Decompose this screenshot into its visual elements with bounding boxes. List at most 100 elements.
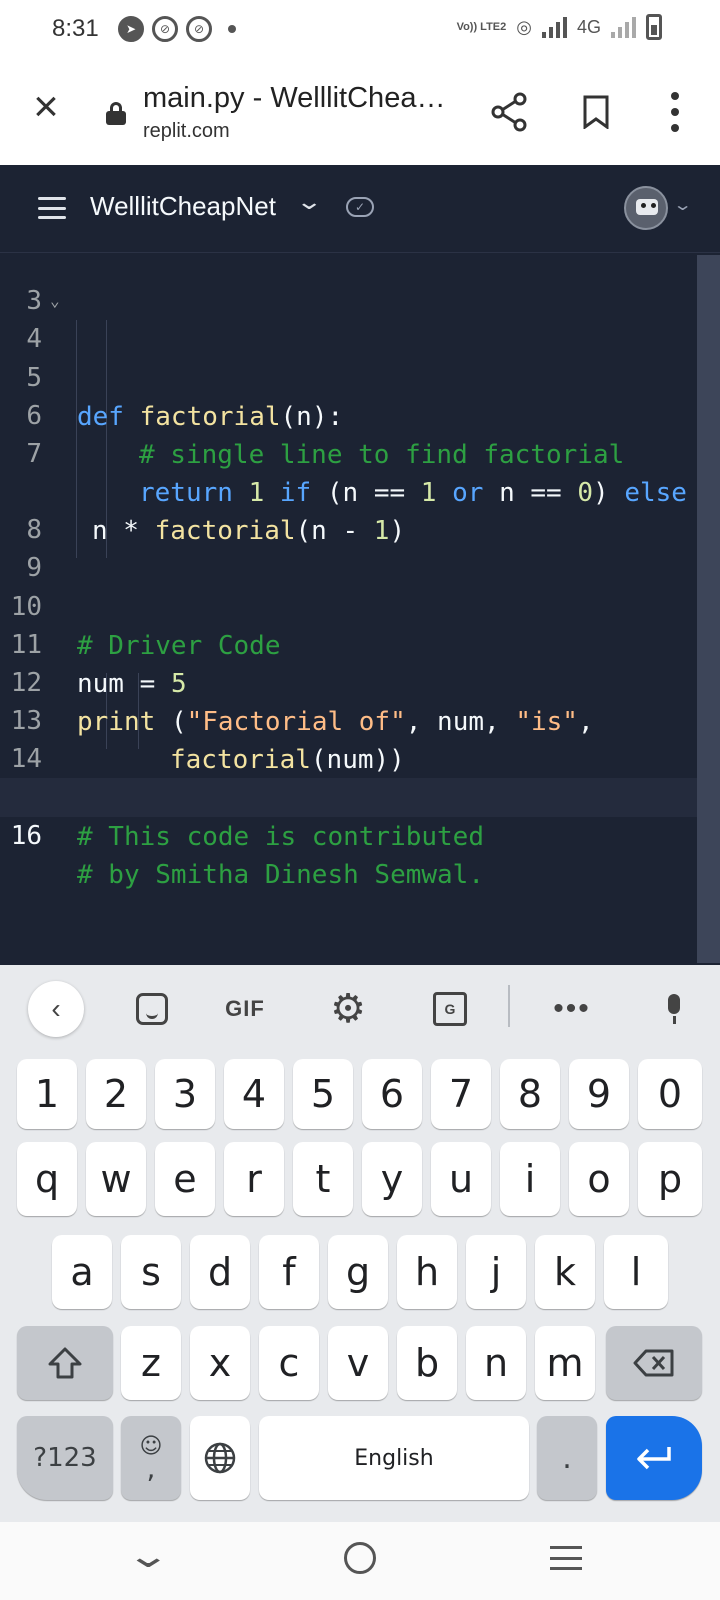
more-label: ••• bbox=[553, 992, 591, 1025]
key-r[interactable]: r bbox=[224, 1142, 284, 1216]
key-k[interactable]: k bbox=[535, 1235, 595, 1309]
hotspot-icon: ◎ bbox=[516, 16, 532, 37]
key-j[interactable]: j bbox=[466, 1235, 526, 1309]
key-w[interactable]: w bbox=[86, 1142, 146, 1216]
globe-icon bbox=[204, 1442, 236, 1474]
key-s[interactable]: s bbox=[121, 1235, 181, 1309]
editor-scrollbar[interactable] bbox=[697, 255, 720, 963]
key-l[interactable]: l bbox=[604, 1235, 668, 1309]
nav-recents-icon[interactable] bbox=[550, 1546, 582, 1570]
menu-icon[interactable] bbox=[38, 197, 66, 219]
page-url[interactable]: replit.com bbox=[143, 120, 230, 143]
key-p[interactable]: p bbox=[638, 1142, 702, 1216]
key-h[interactable]: h bbox=[397, 1235, 457, 1309]
keyboard-back-icon[interactable]: ‹ bbox=[28, 981, 84, 1037]
enter-key[interactable] bbox=[606, 1416, 702, 1500]
code-line: 6 # single line to find factorial bbox=[0, 358, 697, 470]
key-x[interactable]: x bbox=[190, 1326, 250, 1400]
browser-toolbar: × main.py - WelllitChea… replit.com bbox=[0, 62, 720, 165]
key-g[interactable]: g bbox=[328, 1235, 388, 1309]
keyboard-toolbar: ‹ GIF ⚙ G ••• bbox=[0, 965, 720, 1053]
lock-icon[interactable] bbox=[106, 102, 126, 125]
comma-emoji-key[interactable]: ☺ , bbox=[121, 1416, 181, 1500]
period-key[interactable]: . bbox=[537, 1416, 597, 1500]
nav-back-chevron-icon[interactable]: ⌄ bbox=[125, 1536, 171, 1576]
key-n[interactable]: n bbox=[466, 1326, 526, 1400]
avatar[interactable] bbox=[624, 186, 668, 230]
battery-icon bbox=[646, 14, 662, 40]
gif-label: GIF bbox=[225, 996, 265, 1021]
key-c[interactable]: c bbox=[259, 1326, 319, 1400]
sticker-icon[interactable] bbox=[132, 989, 172, 1029]
code-line-wrapped: n * factorial(n - 1) bbox=[0, 434, 697, 546]
key-4[interactable]: 4 bbox=[224, 1059, 284, 1129]
microphone-icon[interactable] bbox=[662, 989, 686, 1029]
chevron-down-icon[interactable]: ⌄ bbox=[295, 189, 323, 215]
key-d[interactable]: d bbox=[190, 1235, 250, 1309]
key-9[interactable]: 9 bbox=[569, 1059, 629, 1129]
symbols-key[interactable]: ?123 bbox=[17, 1416, 113, 1500]
key-m[interactable]: m bbox=[535, 1326, 595, 1400]
close-icon[interactable]: × bbox=[28, 85, 64, 129]
fold-chevron-icon[interactable]: ⌄ bbox=[50, 281, 60, 320]
key-1[interactable]: 1 bbox=[17, 1059, 77, 1129]
on-screen-keyboard: ‹ GIF ⚙ G ••• 1 2 3 4 5 6 7 8 9 0 q w e … bbox=[0, 965, 720, 1522]
bookmark-icon[interactable] bbox=[582, 95, 610, 129]
comma-label: , bbox=[146, 1452, 156, 1485]
share-icon[interactable] bbox=[490, 92, 528, 132]
repl-name[interactable]: WelllitCheapNet bbox=[90, 191, 276, 222]
language-key[interactable] bbox=[190, 1416, 250, 1500]
key-o[interactable]: o bbox=[569, 1142, 629, 1216]
code-line: 11 num = 5 bbox=[0, 587, 697, 699]
key-7[interactable]: 7 bbox=[431, 1059, 491, 1129]
key-q[interactable]: q bbox=[17, 1142, 77, 1216]
key-8[interactable]: 8 bbox=[500, 1059, 560, 1129]
backspace-key[interactable] bbox=[606, 1326, 702, 1400]
more-notifications-dot-icon bbox=[228, 25, 236, 33]
code-line: 8 bbox=[0, 472, 697, 545]
key-0[interactable]: 0 bbox=[638, 1059, 702, 1129]
status-bar: 8:31 ➤ ⊘ ⊘ Vo)) LTE2 ◎ 4G bbox=[0, 0, 720, 62]
key-3[interactable]: 3 bbox=[155, 1059, 215, 1129]
key-i[interactable]: i bbox=[500, 1142, 560, 1216]
shift-icon bbox=[48, 1347, 82, 1379]
translate-icon[interactable]: G bbox=[430, 989, 470, 1029]
code-comment: # This code is contributed bbox=[77, 822, 484, 852]
key-e[interactable]: e bbox=[155, 1142, 215, 1216]
code-editor[interactable]: 3 4 ⌄ def factorial(n): 5 6 # single lin… bbox=[0, 253, 720, 965]
key-b[interactable]: b bbox=[397, 1326, 457, 1400]
more-icon[interactable]: ••• bbox=[552, 989, 592, 1029]
code-line-active: 16 # by Smitha Dinesh Semwal. bbox=[0, 778, 697, 890]
space-key[interactable]: English bbox=[259, 1416, 529, 1500]
page-title[interactable]: main.py - WelllitChea… bbox=[143, 82, 443, 115]
shift-key[interactable] bbox=[17, 1326, 113, 1400]
code-line: 5 bbox=[0, 320, 697, 393]
app-notification-icon: ⊘ bbox=[152, 16, 178, 42]
key-6[interactable]: 6 bbox=[362, 1059, 422, 1129]
code-line: 9 bbox=[0, 510, 697, 583]
key-5[interactable]: 5 bbox=[293, 1059, 353, 1129]
key-y[interactable]: y bbox=[362, 1142, 422, 1216]
nav-home-icon[interactable] bbox=[344, 1542, 376, 1574]
line-number: 16 bbox=[10, 821, 42, 851]
key-v[interactable]: v bbox=[328, 1326, 388, 1400]
more-options-icon[interactable] bbox=[668, 92, 682, 132]
notification-icons: ➤ ⊘ ⊘ bbox=[118, 16, 236, 42]
compass-notification-icon: ➤ bbox=[118, 16, 144, 42]
key-z[interactable]: z bbox=[121, 1326, 181, 1400]
key-t[interactable]: t bbox=[293, 1142, 353, 1216]
key-a[interactable]: a bbox=[52, 1235, 112, 1309]
gif-button[interactable]: GIF bbox=[220, 989, 270, 1029]
signal-icon-2 bbox=[611, 16, 636, 38]
code-line: 4 ⌄ def factorial(n): bbox=[0, 281, 697, 432]
app-notification-icon-2: ⊘ bbox=[186, 16, 212, 42]
code-line: 3 bbox=[0, 243, 697, 316]
code-line: 10 # Driver Code bbox=[0, 549, 697, 661]
settings-gear-icon[interactable]: ⚙ bbox=[328, 989, 368, 1029]
key-u[interactable]: u bbox=[431, 1142, 491, 1216]
key-2[interactable]: 2 bbox=[86, 1059, 146, 1129]
avatar-chevron-down-icon[interactable]: ⌄ bbox=[673, 195, 693, 215]
key-f[interactable]: f bbox=[259, 1235, 319, 1309]
replit-header: WelllitCheapNet ⌄ ✓ ⌄ bbox=[0, 165, 720, 253]
code-line: 12 print ("Factorial of", num, "is", bbox=[0, 625, 697, 737]
